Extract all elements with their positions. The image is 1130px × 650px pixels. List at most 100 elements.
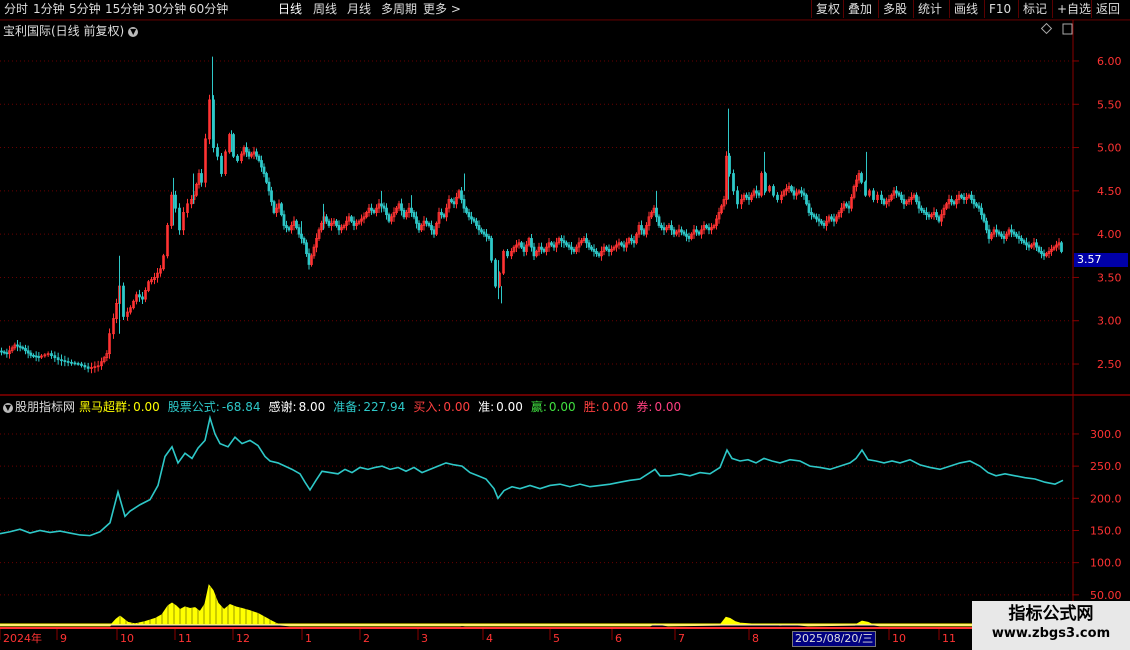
candle-body [485,233,488,237]
candle-body [267,181,271,192]
candle-body [925,212,928,216]
candle-body [490,238,493,261]
candle-body [2,351,6,354]
timeframe-1[interactable]: 1分钟 [33,2,65,16]
main-chart[interactable]: 6.005.505.004.504.003.503.002.50300.0250… [0,0,1130,650]
timeframe-6[interactable]: 日线 [278,2,302,16]
candle-body [805,194,808,205]
candle-body [245,147,248,153]
candle-body [747,196,751,200]
candle-body [800,190,803,194]
candle-body [37,356,41,358]
toolbar-button-4[interactable]: 画线 [949,0,982,18]
candle-body [1022,240,1026,244]
candle-body [847,205,851,209]
candle-body [370,207,373,211]
toolbar-button-6[interactable]: 标记 [1018,0,1051,18]
candle-body [997,231,1001,235]
candle-body [412,212,416,218]
toolbar-button-7[interactable]: +自选 [1052,0,1095,18]
candle-body [660,225,663,229]
candle-body [937,216,941,222]
timeframe-10[interactable]: 更多 > [423,2,461,16]
candle-body [255,151,258,157]
candle-body [285,225,288,229]
indicator-item-label: 股票公式: [167,400,220,414]
candle-body [415,216,418,224]
candle-body [506,251,509,257]
candle-body [822,222,826,226]
stock-title: 宝利国际(日线 前复权) ▼ [3,22,139,39]
indicator-item-value: 227.94 [363,400,406,414]
diamond-icon [1040,22,1053,35]
date-tick-label: 5 [553,632,560,645]
candle-body [845,203,848,207]
candle-body [640,225,643,231]
candle-body [83,365,87,368]
toolbar-button-3[interactable]: 统计 [913,0,946,18]
toolbar-button-2[interactable]: 多股 [878,0,911,18]
candle-body [542,248,546,252]
candle-body [807,203,811,213]
candle-body [590,246,593,250]
date-tick-label: 2024年 [3,631,42,645]
candle-body [122,285,125,317]
date-tick-label: 11 [942,632,956,645]
timeframe-7[interactable]: 周线 [313,2,337,16]
candle-body [73,362,77,365]
candle-body [16,344,19,347]
date-tick-label: 4 [486,632,493,645]
toolbar-button-8[interactable]: 返回 [1091,0,1124,18]
timeframe-9[interactable]: 多周期 [381,2,417,16]
toolbar-button-5[interactable]: F10 [984,0,1015,18]
candle-body [790,186,793,192]
date-tick-label: 1 [305,632,312,645]
candle-body [1060,242,1063,252]
candle-body [385,207,388,216]
candle-body [802,192,806,196]
chevron-down-icon[interactable]: ▼ [3,402,13,413]
candle-body [552,244,556,248]
timeframe-5[interactable]: 60分钟 [189,2,228,16]
indicator-item-6: 赢: 0.00 [531,400,580,414]
date-tick-label: 10 [120,632,134,645]
date-tooltip: 2025/08/20/三 [792,631,877,647]
candle-body [1002,235,1006,239]
toolbar-button-1[interactable]: 叠加 [843,0,876,18]
indicator-item-label: 买入: [413,400,442,414]
candle-body [480,229,483,233]
chevron-down-icon[interactable]: ▼ [128,26,139,37]
candle-body [592,248,596,252]
candle-body [745,194,748,198]
candle-body [630,238,633,242]
heima-area [0,584,1064,627]
timeframe-4[interactable]: 30分钟 [147,2,186,16]
timeframe-2[interactable]: 5分钟 [69,2,101,16]
watermark-line1: 指标公式网 [1008,604,1094,624]
price-tick-label: 5.50 [1097,98,1122,111]
candle-body [972,199,976,205]
candle-body [605,246,608,250]
candle-body [585,238,588,244]
candle-body [56,357,60,361]
candle-body [755,190,758,194]
date-tick-label: 6 [615,632,622,645]
candle-body [387,214,391,222]
candle-body [260,160,263,168]
candle-body [34,355,38,358]
pane-toggle-icon [1062,23,1073,35]
timeframe-8[interactable]: 月线 [347,2,371,16]
candle-body [570,246,573,250]
candle-body [337,225,341,231]
candle-body [494,259,497,287]
timeframe-3[interactable]: 15分钟 [105,2,144,16]
candle-body [450,199,453,203]
date-tick-label: 9 [60,632,67,645]
toolbar-button-0[interactable]: 复权 [811,0,844,18]
candle-body [550,242,553,246]
timeframe-0[interactable]: 分时 [4,2,28,16]
candle-body [60,359,63,362]
watermark-logo: 指标公式网 www.zbgs3.com [972,601,1130,650]
candle-body [820,220,823,224]
candle-body [220,155,223,174]
